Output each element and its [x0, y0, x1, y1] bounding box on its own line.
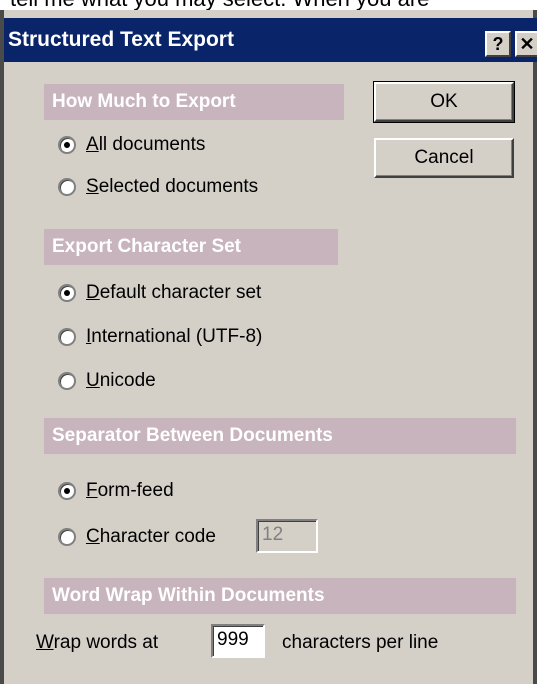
radio-character-code[interactable]: Character code	[58, 522, 216, 552]
radio-label: Default character set	[86, 282, 262, 303]
radio-form-feed[interactable]: Form-feed	[58, 476, 174, 506]
dialog-title: Structured Text Export	[8, 28, 234, 51]
radio-unicode[interactable]: Unicode	[58, 366, 156, 396]
radio-label: Unicode	[86, 370, 156, 391]
ok-button[interactable]: OK	[373, 81, 515, 123]
character-code-field[interactable]: 12	[256, 519, 318, 553]
export-dialog: Structured Text Export ? ✕ How Much to E…	[0, 10, 537, 684]
radio-international-utf8[interactable]: International (UTF-8)	[58, 322, 262, 352]
radio-button[interactable]	[58, 528, 76, 546]
radio-all-documents[interactable]: All documents	[58, 130, 205, 160]
radio-label: International (UTF-8)	[86, 326, 263, 347]
background-text-fragment: tell me what you may select. When you ar…	[0, 0, 537, 10]
close-icon: ✕	[519, 34, 535, 54]
wrap-suffix-label: characters per line	[282, 632, 439, 653]
radio-button[interactable]	[58, 372, 76, 390]
radio-button[interactable]	[58, 482, 76, 500]
wrap-prefix-rest: rap words at	[53, 632, 159, 653]
radio-button[interactable]	[58, 328, 76, 346]
radio-label: Character code	[86, 526, 216, 547]
radio-selected-documents[interactable]: Selected documents	[58, 172, 258, 202]
wrap-mnemonic: W	[36, 632, 54, 653]
radio-label: Form-feed	[86, 480, 174, 501]
cancel-button[interactable]: Cancel	[374, 138, 514, 178]
radio-label: Selected documents	[86, 176, 259, 197]
help-icon: ?	[492, 34, 504, 54]
radio-default-charset[interactable]: Default character set	[58, 278, 261, 308]
section-header-how-much: How Much to Export	[44, 84, 344, 120]
section-header-character-set: Export Character Set	[44, 229, 338, 265]
close-button[interactable]: ✕	[515, 31, 537, 57]
radio-label: All documents	[86, 134, 206, 155]
section-header-separator: Separator Between Documents	[44, 418, 516, 454]
help-button[interactable]: ?	[485, 31, 511, 57]
radio-button[interactable]	[58, 136, 76, 154]
background-text: tell me what you may select. When you ar…	[10, 0, 429, 10]
wrap-prefix-label: Wrap words at	[36, 632, 158, 654]
section-header-word-wrap: Word Wrap Within Documents	[44, 578, 516, 614]
radio-button[interactable]	[58, 178, 76, 196]
radio-button[interactable]	[58, 284, 76, 302]
wrap-width-field[interactable]: 999	[211, 624, 265, 658]
title-bar[interactable]: Structured Text Export ? ✕	[4, 18, 537, 62]
